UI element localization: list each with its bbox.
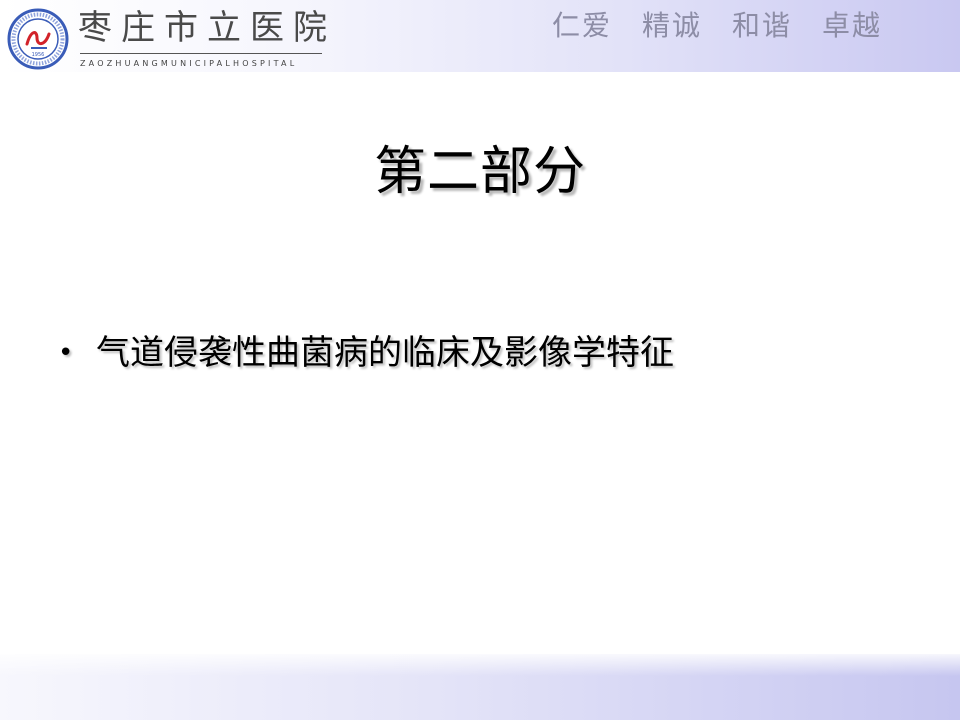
motto-word: 仁爱 — [551, 9, 612, 42]
hospital-name: 枣庄市立医院 — [78, 8, 336, 48]
slide-title: 第二部分 — [373, 142, 586, 202]
list-item: • 气道侵袭性曲菌病的临床及影像学特征 — [58, 329, 918, 377]
motto-word: 和谐 — [731, 9, 792, 42]
bullet-marker: • — [58, 338, 74, 368]
hospital-motto: 仁爱 精诚 和谐 卓越 — [552, 6, 882, 46]
hospital-logo-seal: 1956 — [7, 8, 69, 70]
footer-band — [0, 654, 960, 720]
motto-word: 精诚 — [641, 9, 702, 42]
bullet-list: • 气道侵袭性曲菌病的临床及影像学特征 — [58, 329, 918, 377]
logo-seal-year: 1956 — [32, 52, 45, 58]
slide: 1956 枣庄市立医院 ZAOZHUANGMUNICIPALHOSPITAL 仁… — [0, 0, 960, 720]
bullet-text: 气道侵袭性曲菌病的临床及影像学特征 — [96, 333, 674, 373]
motto-word: 卓越 — [821, 9, 882, 42]
logo-divider — [80, 53, 322, 54]
hospital-english-name: ZAOZHUANGMUNICIPALHOSPITAL — [80, 59, 298, 68]
